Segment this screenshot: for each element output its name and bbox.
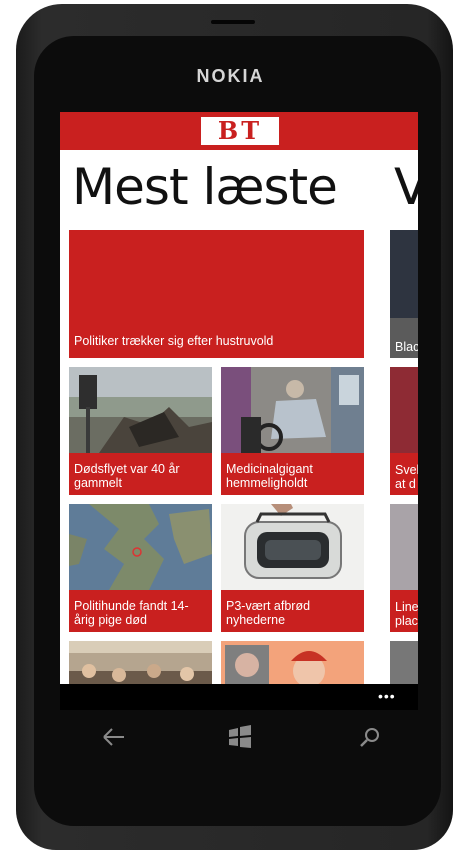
app-header: BT (60, 112, 418, 150)
bt-logo: BT (201, 117, 279, 145)
article-tile[interactable]: P3-vært afbrød nyhederne (221, 504, 364, 632)
device-brand: NOKIA (196, 66, 265, 86)
next-pivot-title[interactable]: V (394, 158, 418, 216)
app-bar-more-icon[interactable]: ••• (378, 688, 396, 704)
peek-tile-label: Svel at d (395, 463, 418, 491)
article-tile[interactable]: Medicinalgigant hemmeligholdt (221, 367, 364, 495)
radio-photo (221, 504, 364, 590)
page-title: Mest læste (72, 158, 338, 216)
article-tile-featured[interactable]: Politiker trækker sig efter hustruvold (69, 230, 364, 358)
article-tile[interactable]: Dødsflyet var 40 år gammelt (69, 367, 212, 495)
patient-photo (221, 367, 364, 453)
peek-tile-label: Blac (395, 340, 418, 354)
tile-label: Politihunde fandt 14-årig pige død (74, 599, 189, 627)
crash-site-photo (69, 367, 212, 453)
peek-photo (390, 367, 418, 453)
tile-label: Dødsflyet var 40 år gammelt (74, 462, 180, 490)
peek-photo (390, 504, 418, 590)
next-pivot-tile[interactable]: Svel at d (390, 367, 418, 495)
next-pivot-tile[interactable]: Line plac (390, 504, 418, 632)
tile-label: Medicinalgigant hemmeligholdt (226, 462, 313, 490)
peek-photo (390, 230, 418, 318)
app-bar (60, 684, 418, 710)
peek-tile-label: Line plac (395, 600, 418, 628)
tile-label: Politiker trækker sig efter hustruvold (74, 334, 274, 348)
search-icon[interactable] (357, 724, 385, 750)
tile-label: P3-vært afbrød nyhederne (226, 599, 311, 627)
article-tile[interactable]: Politihunde fandt 14-årig pige død (69, 504, 212, 632)
back-icon[interactable] (100, 724, 128, 750)
map-photo (69, 504, 212, 590)
screen: BT Mest læste V Politiker trækker sig ef… (60, 112, 418, 710)
windows-start-icon[interactable] (226, 724, 254, 750)
next-pivot-tile[interactable]: Blac (390, 230, 418, 358)
earpiece-speaker (211, 20, 255, 24)
